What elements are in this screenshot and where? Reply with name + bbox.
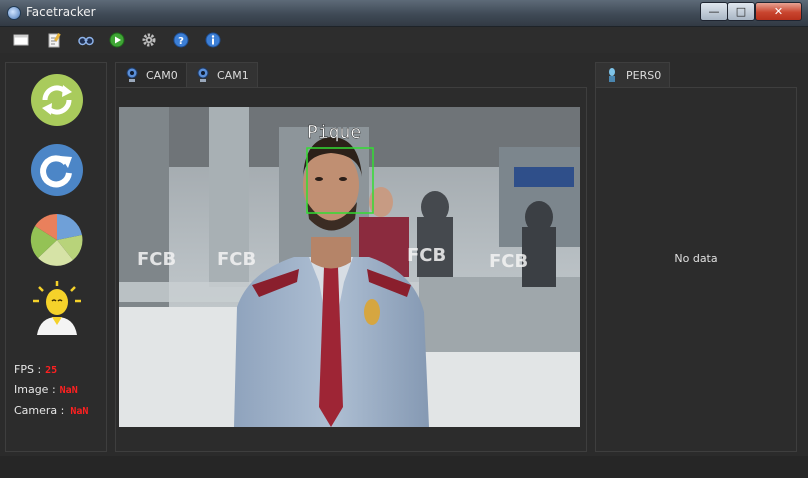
window-title: Facetracker [26,5,96,19]
fps-label: FPS : [14,363,42,376]
toolbar: ? [0,27,808,53]
image-label: Image : [14,383,56,396]
control-panel: FPS :25 Image : NaN Camera : NaN [5,62,107,452]
person-panel: No data [595,87,797,452]
minimize-button[interactable]: — [700,2,728,21]
fps-value: 25 [45,365,58,376]
minimize-icon: — [708,5,720,18]
image-value: NaN [59,385,78,396]
info-icon[interactable] [205,32,221,48]
gear-icon[interactable] [141,32,157,48]
video-feed: FCB FCB FCB FCB Pique [119,107,580,427]
tab-cam0-label: CAM0 [146,69,178,82]
maximize-icon: □ [735,5,747,18]
tab-cam1[interactable]: CAM1 [186,62,258,88]
reload-icon[interactable] [30,143,84,197]
window-icon[interactable] [13,32,29,48]
pie-chart-icon[interactable] [30,213,84,267]
webcam-icon [197,67,209,82]
notepad-icon[interactable] [46,32,62,48]
maximize-button[interactable]: □ [727,2,755,21]
svg-text:?: ? [178,36,184,47]
wall-text: FCB [217,249,256,270]
fps-stat: FPS :25 [14,363,57,376]
face-label: Pique [307,122,361,143]
camera-label: Camera : [14,404,65,417]
camera-value: NaN [70,406,89,417]
refresh-icon[interactable] [30,73,84,127]
title-bar: Facetracker — □ ✕ [0,0,808,27]
close-button[interactable]: ✕ [755,2,802,21]
wall-text: FCB [407,245,446,266]
wall-text: FCB [137,249,176,270]
webcam-icon [126,67,138,82]
status-bar [0,456,808,478]
video-frame: FCB FCB FCB FCB Pique [119,107,580,427]
camera-stat: Camera : NaN [14,404,88,417]
tab-pers0[interactable]: PERS0 [595,62,670,88]
play-icon[interactable] [109,32,125,48]
tab-cam1-label: CAM1 [217,69,249,82]
tab-cam0[interactable]: CAM0 [115,62,187,88]
app-icon [7,6,21,20]
person-icon [609,68,615,82]
binoculars-icon[interactable] [78,32,94,48]
image-stat: Image : NaN [14,383,78,396]
close-icon: ✕ [773,5,784,18]
wall-text: FCB [489,251,528,272]
tab-pers0-label: PERS0 [626,69,662,82]
user-idea-icon[interactable] [30,281,84,335]
help-icon[interactable]: ? [173,32,189,48]
no-data-text: No data [674,252,718,265]
